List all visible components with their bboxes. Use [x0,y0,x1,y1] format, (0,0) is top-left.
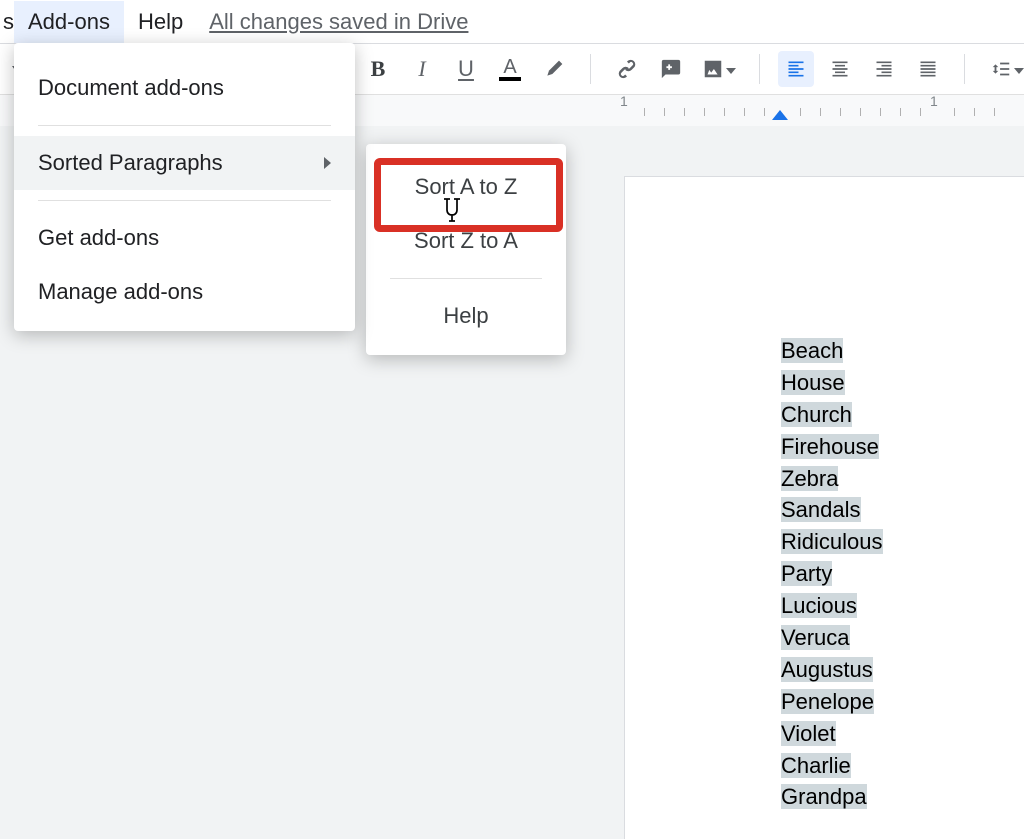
menu-separator [38,125,331,126]
underline-button[interactable]: U [448,51,484,87]
app-root: s Add-ons Help All changes saved in Driv… [0,0,1024,839]
doc-word[interactable]: Charlie [781,753,851,778]
doc-word[interactable]: Zebra [781,466,838,491]
line-spacing-icon [990,58,1012,80]
align-right-button[interactable] [866,51,902,87]
submenu-sort-az[interactable]: Sort A to Z [366,160,566,214]
menu-sorted-paragraphs[interactable]: Sorted Paragraphs [14,136,355,190]
doc-word[interactable]: Grandpa [781,784,867,809]
menu-manage-addons[interactable]: Manage add-ons [14,265,355,319]
save-status[interactable]: All changes saved in Drive [209,9,468,35]
image-dropdown-caret [726,68,736,74]
ruler-num-1b: 1 [930,94,938,109]
submenu-sort-za[interactable]: Sort Z to A [366,214,566,268]
bold-button[interactable]: B [360,51,396,87]
doc-word[interactable]: Violet [781,721,836,746]
menu-separator [38,200,331,201]
menu-document-addons[interactable]: Document add-ons [14,61,355,115]
doc-word[interactable]: Lucious [781,593,857,618]
document-content[interactable]: Beach House Church Firehouse Zebra Sanda… [781,335,883,813]
ruler-inner: 1 1 [624,95,1024,127]
addons-menu: Document add-ons Sorted Paragraphs Get a… [14,43,355,331]
menu-bar: s Add-ons Help All changes saved in Driv… [0,0,1024,43]
line-spacing-button[interactable] [983,51,1024,87]
doc-word[interactable]: Firehouse [781,434,879,459]
image-icon [702,58,724,80]
align-center-icon [830,59,850,79]
align-justify-icon [918,59,938,79]
toolbar-right: B I U A [356,44,1024,94]
doc-word[interactable]: Penelope [781,689,874,714]
align-left-button[interactable] [778,51,814,87]
menu-addons[interactable]: Add-ons [14,1,124,43]
insert-link-button[interactable] [609,51,645,87]
sorted-paragraphs-submenu: Sort A to Z Sort Z to A Help [366,144,566,355]
indent-marker[interactable] [772,110,788,120]
italic-button[interactable]: I [404,51,440,87]
toolbar-divider-2 [759,54,760,84]
ruler-num-1a: 1 [620,94,628,109]
submenu-help[interactable]: Help [366,289,566,343]
page[interactable]: Beach House Church Firehouse Zebra Sanda… [624,176,1024,839]
comment-plus-icon [660,58,682,80]
highlight-button[interactable] [536,51,572,87]
doc-word[interactable]: Veruca [781,625,850,650]
align-right-icon [874,59,894,79]
add-comment-button[interactable] [653,51,689,87]
menu-get-addons[interactable]: Get add-ons [14,211,355,265]
toolbar-divider-3 [964,54,965,84]
submenu-arrow-icon [324,157,331,169]
doc-word[interactable]: House [781,370,845,395]
doc-word[interactable]: Augustus [781,657,873,682]
text-color-button[interactable]: A [492,51,528,87]
menu-help[interactable]: Help [124,1,197,43]
submenu-separator [390,278,542,279]
toolbar-divider-1 [590,54,591,84]
insert-image-button[interactable] [697,51,741,87]
link-icon [616,58,638,80]
doc-word[interactable]: Beach [781,338,843,363]
doc-word[interactable]: Party [781,561,832,586]
highlighter-icon [544,59,564,79]
doc-word[interactable]: Ridiculous [781,529,883,554]
align-justify-button[interactable] [910,51,946,87]
align-center-button[interactable] [822,51,858,87]
doc-word[interactable]: Sandals [781,497,861,522]
spacing-dropdown-caret [1014,68,1024,74]
menu-truncated: s [0,9,14,35]
doc-word[interactable]: Church [781,402,852,427]
align-left-icon [786,59,806,79]
menu-sorted-paragraphs-label: Sorted Paragraphs [38,150,223,176]
